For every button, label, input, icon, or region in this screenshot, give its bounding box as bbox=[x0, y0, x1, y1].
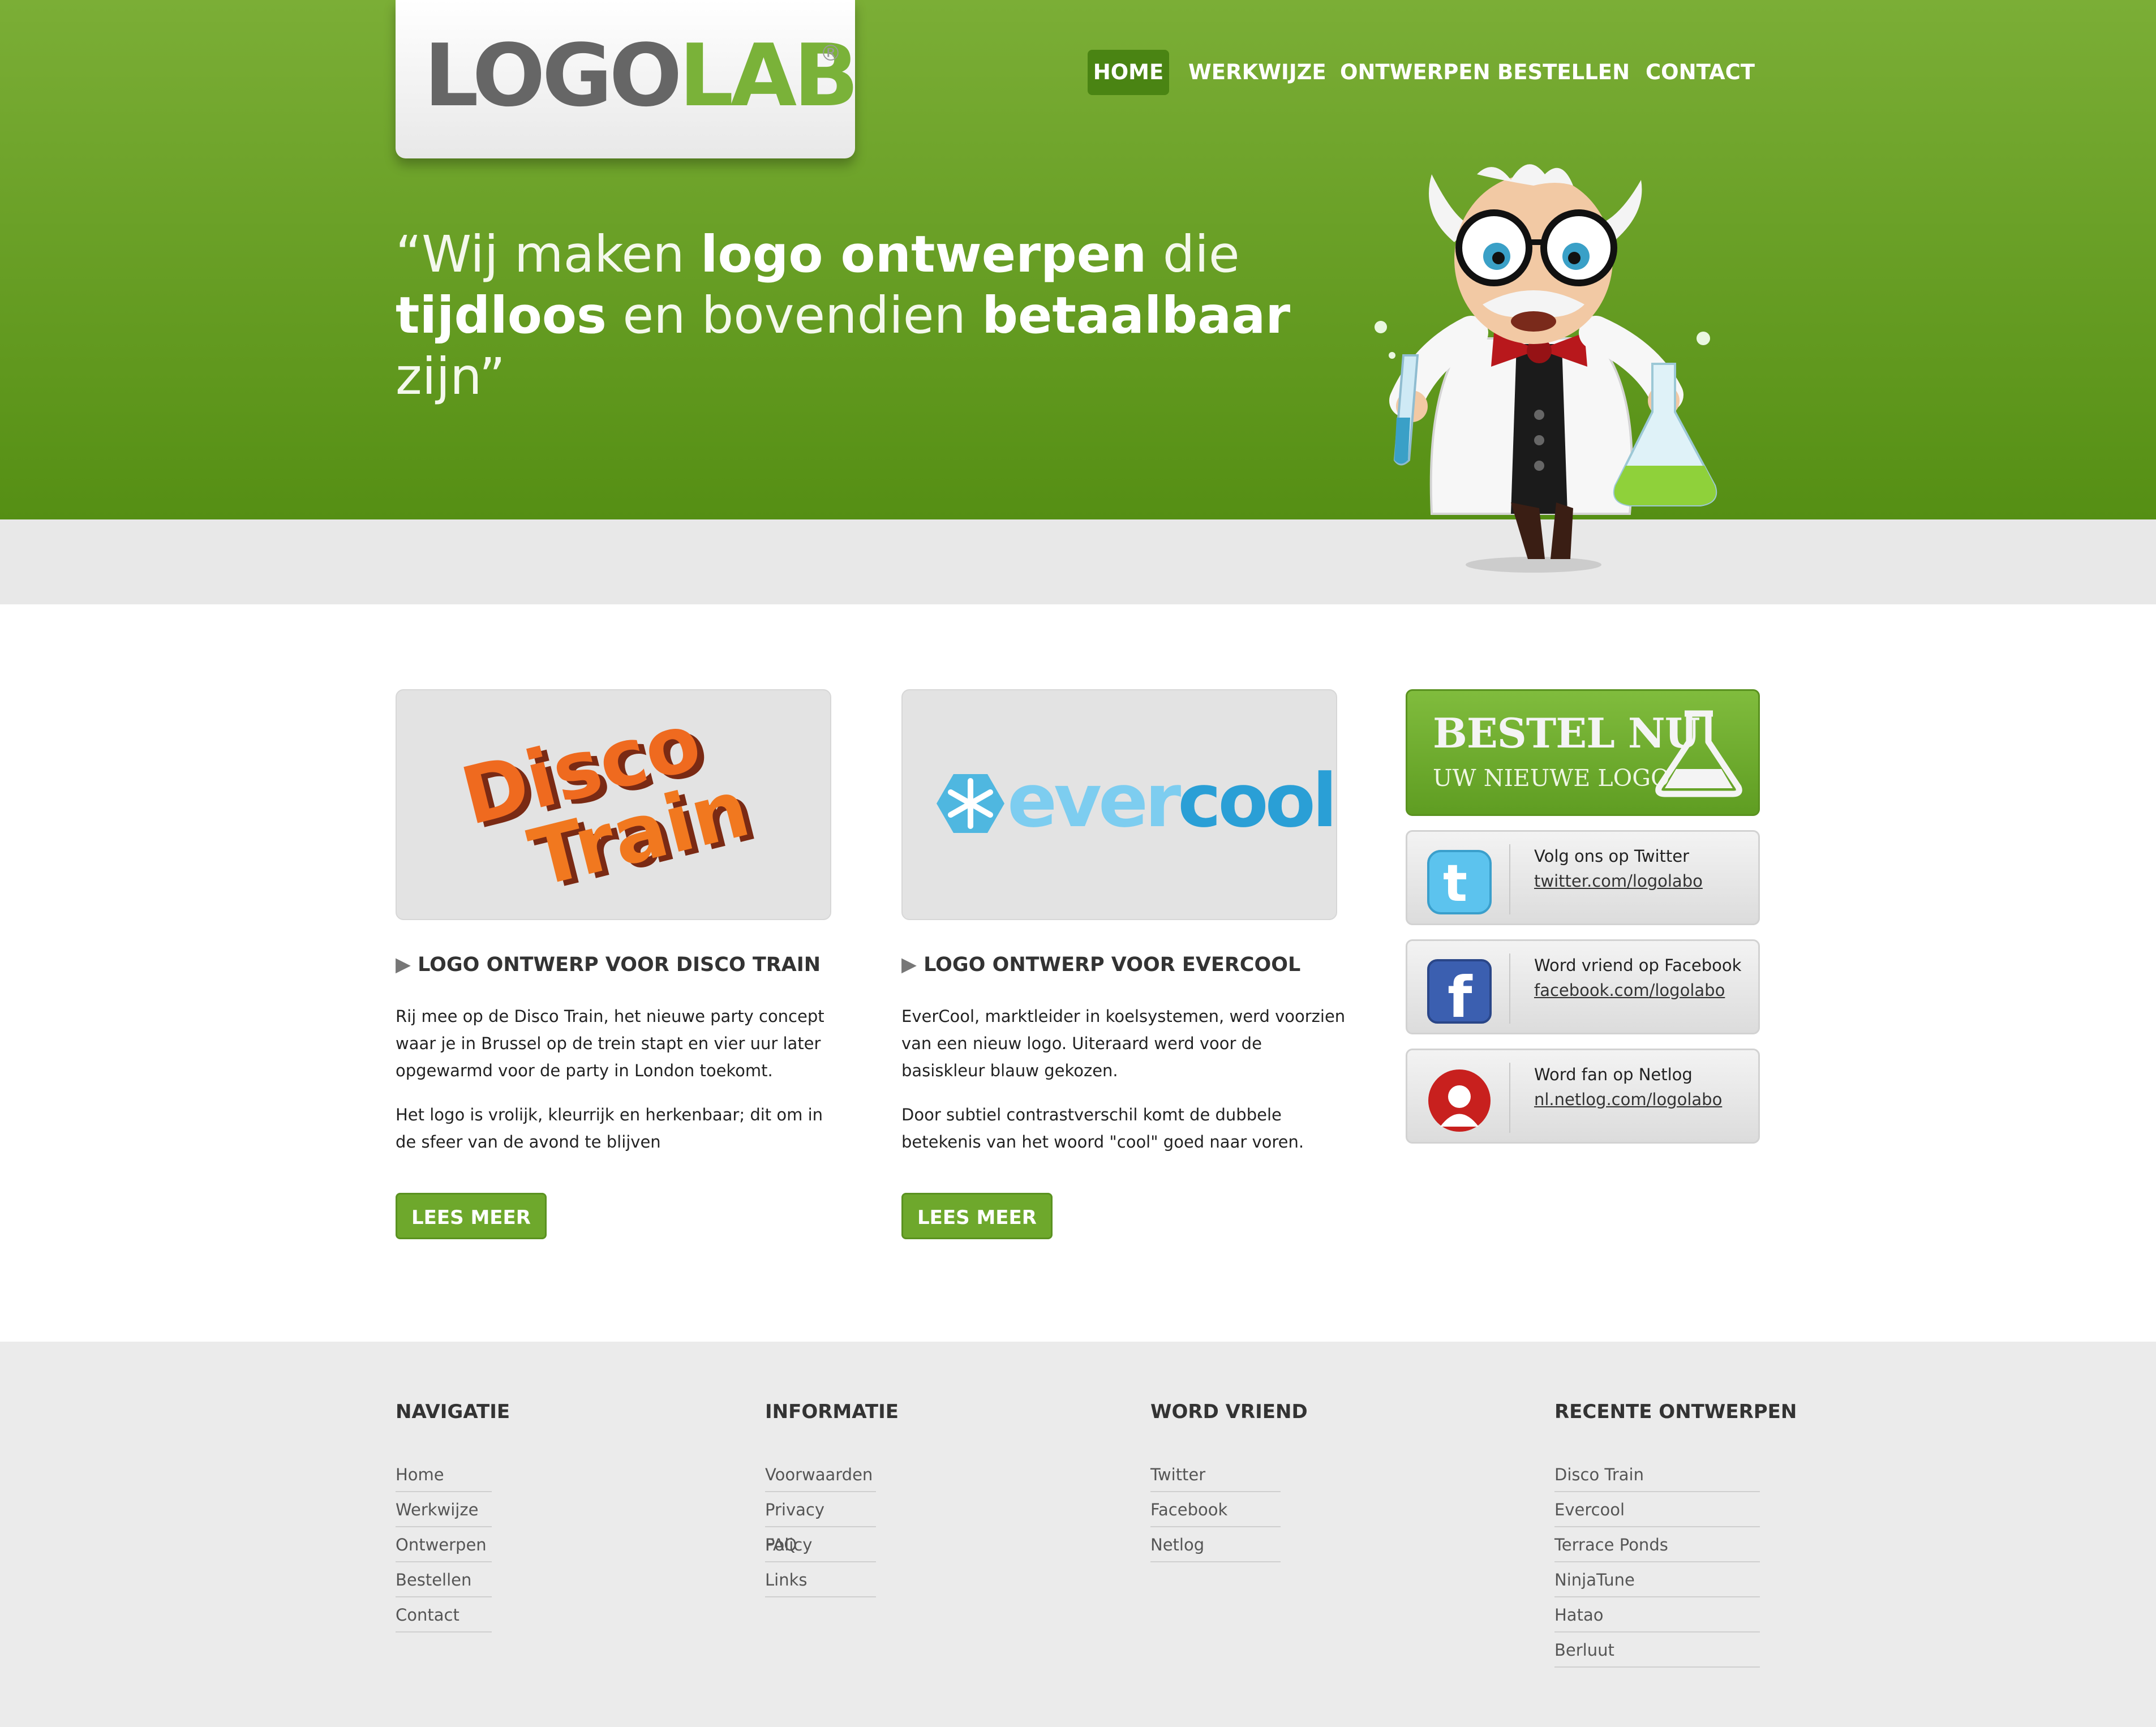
divider bbox=[1509, 844, 1510, 914]
social-title: Word fan op Netlog bbox=[1534, 1065, 1693, 1084]
evercool-logo-image: evercool bbox=[937, 758, 1337, 844]
social-title: Word vriend op Facebook bbox=[1534, 956, 1742, 975]
card-paragraph: Het logo is vrolijk, kleurrijk en herken… bbox=[396, 1105, 823, 1152]
logo[interactable]: LOGOLAB ® bbox=[396, 0, 859, 158]
footer-links-navigatie: Home Werkwijze Ontwerpen Bestellen Conta… bbox=[396, 1457, 492, 1633]
card-title-disco-train[interactable]: ▶ LOGO ONTWERP VOOR DISCO TRAIN bbox=[396, 953, 821, 976]
nav-contact[interactable]: CONTACT bbox=[1646, 50, 1755, 95]
twitter-icon: t bbox=[1427, 850, 1492, 914]
divider bbox=[1509, 953, 1510, 1024]
footer-link[interactable]: Voorwaarden bbox=[765, 1457, 876, 1492]
netlog-icon bbox=[1428, 1069, 1491, 1132]
card-title-evercool[interactable]: ▶ LOGO ONTWERP VOOR EVERCOOL bbox=[901, 953, 1300, 976]
footer-link[interactable]: Terrace Ponds bbox=[1554, 1527, 1760, 1562]
footer-link[interactable]: Werkwijze bbox=[396, 1492, 492, 1527]
footer-link[interactable]: Hatao bbox=[1554, 1597, 1760, 1633]
social-link[interactable]: twitter.com/logolabo bbox=[1534, 871, 1703, 891]
footer-link[interactable]: Ontwerpen bbox=[396, 1527, 492, 1562]
social-link[interactable]: facebook.com/logolabo bbox=[1534, 981, 1725, 1000]
flask-icon bbox=[1655, 710, 1742, 797]
logo-wordmark: LOGOLAB bbox=[424, 25, 859, 126]
nav-ontwerpen[interactable]: ONTWERPEN bbox=[1340, 50, 1491, 95]
footer-link[interactable]: Facebook bbox=[1150, 1492, 1281, 1527]
social-link[interactable]: nl.netlog.com/logolabo bbox=[1534, 1090, 1722, 1109]
footer-link[interactable]: Twitter bbox=[1150, 1457, 1281, 1492]
nav-bestellen[interactable]: BESTELLEN bbox=[1497, 50, 1630, 95]
lees-meer-button[interactable]: LEES MEER bbox=[901, 1193, 1053, 1239]
social-title: Volg ons op Twitter bbox=[1534, 847, 1690, 866]
card-paragraph: Rij mee op de Disco Train, het nieuwe pa… bbox=[396, 1007, 824, 1080]
footer-link[interactable]: Home bbox=[396, 1457, 492, 1492]
bestel-nu-banner[interactable]: BESTEL NU UW NIEUWE LOGO bbox=[1406, 689, 1760, 816]
nav-home[interactable]: HOME bbox=[1088, 50, 1169, 95]
disco-train-thumbnail[interactable]: Disco Disco Train Train bbox=[396, 689, 831, 920]
svg-text:f: f bbox=[1448, 964, 1473, 1025]
hero-tagline: “Wij maken logo ontwerpen die tijdloos e… bbox=[396, 225, 1291, 406]
footer-link[interactable]: Contact bbox=[396, 1597, 492, 1633]
social-box-netlog[interactable]: Word fan op Netlog nl.netlog.com/logolab… bbox=[1406, 1049, 1760, 1144]
footer-link[interactable]: Evercool bbox=[1554, 1492, 1760, 1527]
evercool-thumbnail[interactable]: evercool bbox=[901, 689, 1337, 920]
triangle-bullet-icon: ▶ bbox=[901, 953, 924, 976]
bestel-nu-subtitle: UW NIEUWE LOGO bbox=[1433, 764, 1670, 792]
footer-link[interactable]: Bestellen bbox=[396, 1562, 492, 1597]
social-box-twitter[interactable]: t Volg ons op Twitter twitter.com/logola… bbox=[1406, 830, 1760, 925]
evercool-logo-wordmark: evercool bbox=[1007, 758, 1334, 844]
footer-link[interactable]: NinjaTune bbox=[1554, 1562, 1760, 1597]
footer-heading-informatie: INFORMATIE bbox=[765, 1400, 899, 1423]
footer-link[interactable]: FAQ bbox=[765, 1527, 876, 1562]
facebook-icon: f bbox=[1427, 959, 1492, 1025]
footer-link[interactable]: Disco Train bbox=[1554, 1457, 1760, 1492]
footer bbox=[0, 1342, 2156, 1727]
scientist-mascot-illustration bbox=[1375, 164, 1717, 573]
footer-heading-navigatie: NAVIGATIE bbox=[396, 1400, 510, 1423]
footer-link[interactable]: Privacy Policy bbox=[765, 1492, 876, 1554]
card-paragraph: EverCool, marktleider in koelsystemen, w… bbox=[901, 1007, 1346, 1080]
disco-train-logo-image: Disco Disco Train Train bbox=[453, 695, 765, 909]
hero-bottom-band bbox=[0, 519, 2156, 604]
nav-werkwijze[interactable]: WERKWIJZE bbox=[1188, 50, 1326, 95]
divider bbox=[1509, 1063, 1510, 1133]
svg-text:t: t bbox=[1443, 854, 1467, 913]
triangle-bullet-icon: ▶ bbox=[396, 953, 418, 976]
footer-link[interactable]: Berluut bbox=[1554, 1633, 1760, 1668]
footer-link[interactable]: Netlog bbox=[1150, 1527, 1281, 1562]
footer-links-recente-ontwerpen: Disco Train Evercool Terrace Ponds Ninja… bbox=[1554, 1457, 1760, 1668]
social-box-facebook[interactable]: f Word vriend op Facebook facebook.com/l… bbox=[1406, 939, 1760, 1034]
card-paragraph: Door subtiel contrastverschil komt de du… bbox=[901, 1105, 1304, 1152]
footer-heading-recente-ontwerpen: RECENTE ONTWERPEN bbox=[1554, 1400, 1797, 1423]
footer-heading-word-vriend: WORD VRIEND bbox=[1150, 1400, 1308, 1423]
footer-links-word-vriend: Twitter Facebook Netlog bbox=[1150, 1457, 1281, 1562]
registered-mark: ® bbox=[820, 41, 841, 66]
footer-link[interactable]: Links bbox=[765, 1562, 876, 1597]
footer-links-informatie: Voorwaarden Privacy Policy FAQ Links bbox=[765, 1457, 876, 1597]
lees-meer-button[interactable]: LEES MEER bbox=[396, 1193, 547, 1239]
